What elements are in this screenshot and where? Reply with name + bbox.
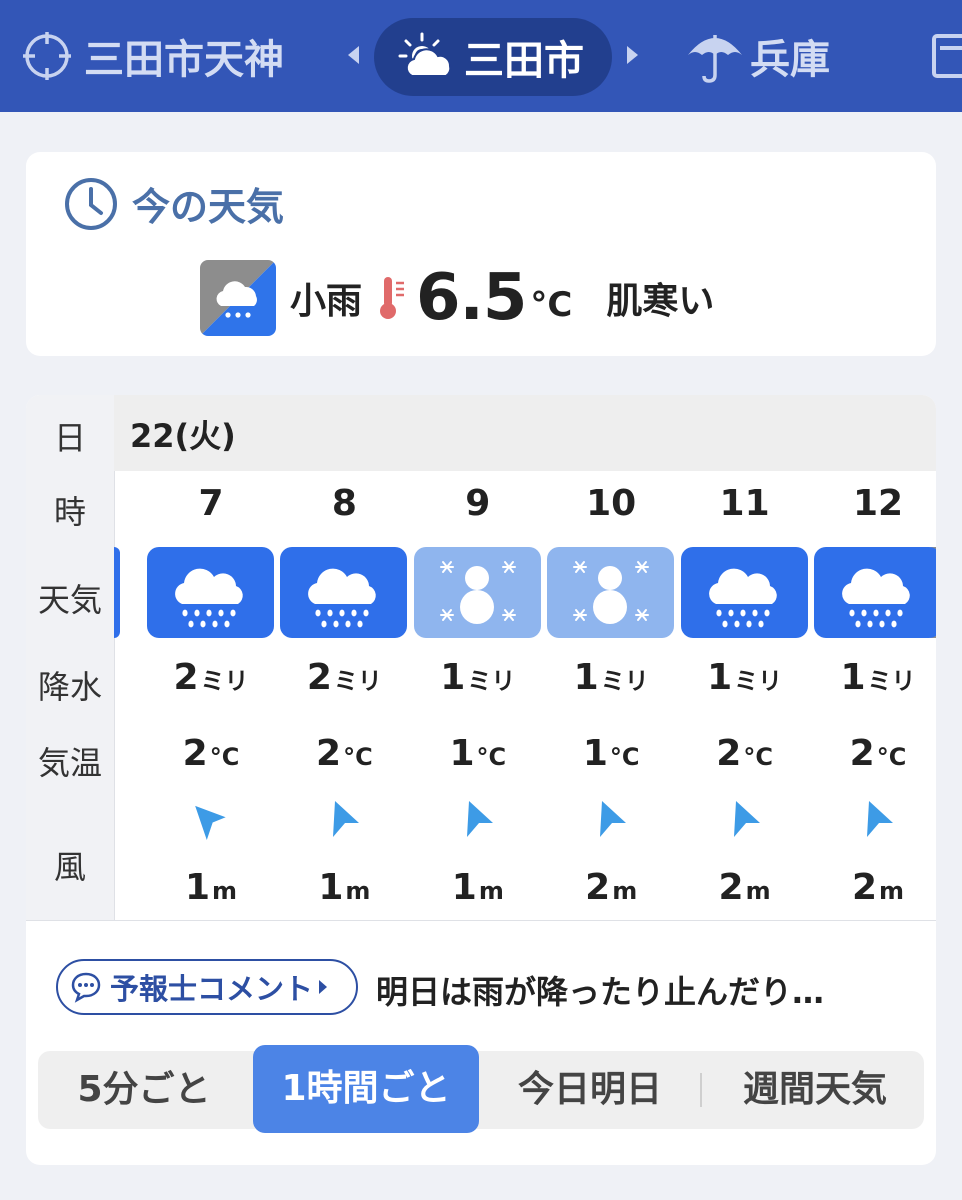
label-day: 日	[53, 419, 86, 457]
tab-weekly[interactable]: 週間天気	[706, 1051, 924, 1129]
temp-value: 1°C	[582, 733, 640, 774]
rain-icon	[814, 547, 936, 638]
light-rain-icon	[200, 260, 276, 336]
feel-label: 肌寒い	[606, 281, 715, 322]
precip-value: 2ミリ	[173, 657, 249, 698]
current-location-label: 三田市天神	[84, 37, 284, 83]
thermometer-icon	[380, 277, 405, 319]
precip-value: 1ミリ	[573, 657, 649, 698]
current-temperature: 6.5	[416, 261, 527, 335]
temperature-unit: °C	[530, 285, 573, 325]
wind-direction-icon	[586, 799, 636, 843]
partial-rain-tile	[114, 547, 120, 638]
rain-icon	[280, 547, 408, 638]
current-weather-title-text: 今の天気	[132, 185, 285, 229]
current-condition: 小雨	[290, 281, 363, 322]
next-location-arrow-icon[interactable]	[627, 46, 638, 64]
prev-location-arrow-icon[interactable]	[348, 46, 359, 64]
city-tab[interactable]: 三田市	[374, 18, 612, 96]
hour-label: 9	[465, 483, 491, 524]
hour-column: 9 1ミリ 1°C 1m	[411, 395, 545, 920]
wind-direction-icon	[720, 799, 770, 843]
hour-column: 8 2ミリ 2°C 1m	[277, 395, 411, 920]
forecaster-comment-button[interactable]: 予報士コメント	[56, 959, 358, 1015]
current-weather-card: 今の天気 小雨 6.5 °C 肌寒い	[26, 152, 936, 356]
city-label: 三田市	[464, 38, 584, 84]
temp-value: 2°C	[849, 733, 907, 774]
wind-value: 2m	[718, 867, 771, 908]
location-header: 三田市天神 三田市 兵庫	[0, 0, 962, 112]
current-weather-title: 今の天気	[64, 176, 284, 231]
wind-value: 1m	[318, 867, 371, 908]
chevron-right-icon	[319, 980, 328, 994]
label-hour: 時	[53, 493, 86, 531]
umbrella-icon	[688, 35, 742, 83]
speech-bubble-icon	[71, 972, 101, 1003]
temp-value: 2°C	[716, 733, 773, 774]
label-wind: 風	[53, 848, 86, 886]
prefecture-tab[interactable]: 兵庫	[686, 0, 830, 112]
tab-hourly[interactable]: 1時間ごと	[253, 1045, 479, 1133]
wind-direction-icon	[319, 799, 369, 843]
hourly-forecast-card: 日 時 天気 降水 気温 風 22(火) 7 2ミリ 2°C 1m 8 2ミリ 2°C 1m 9…	[26, 395, 936, 1165]
prefecture-label: 兵庫	[750, 37, 830, 83]
hour-label: 11	[719, 483, 770, 524]
precip-value: 2ミリ	[306, 657, 382, 698]
label-weather: 天気	[37, 581, 102, 619]
forecaster-comment-text[interactable]: 明日は雨が降ったり止んだり…	[376, 967, 824, 1013]
rain-icon	[147, 547, 274, 638]
forecaster-comment-label: 予報士コメント	[110, 972, 314, 1006]
current-weather-row: 小雨 6.5 °C 肌寒い	[200, 260, 714, 336]
snow-icon	[413, 547, 541, 638]
snow-icon	[547, 547, 675, 638]
tab-separator	[700, 1073, 702, 1107]
temp-value: 1°C	[449, 733, 507, 774]
label-precip: 降水	[37, 668, 102, 706]
tab-5min[interactable]: 5分ごと	[38, 1051, 250, 1129]
tab-today-tomorrow[interactable]: 今日明日	[490, 1051, 690, 1129]
hour-label: 10	[586, 483, 637, 524]
sun-cloud-icon	[398, 32, 452, 77]
hour-label: 7	[198, 483, 224, 524]
wind-value: 1m	[184, 867, 238, 908]
precip-value: 1ミリ	[840, 657, 916, 698]
precip-value: 1ミリ	[707, 657, 783, 698]
wind-value: 1m	[451, 867, 504, 908]
calendar-icon[interactable]	[932, 34, 962, 78]
divider	[26, 920, 936, 921]
temp-value: 2°C	[182, 733, 240, 774]
hour-column: 11 1ミリ 2°C 2m	[678, 395, 812, 920]
clock-icon	[65, 177, 117, 230]
wind-direction-icon	[180, 791, 243, 851]
location-target-icon	[23, 32, 71, 80]
wind-direction-icon	[453, 799, 503, 843]
hour-column: 10 1ミリ 1°C 2m	[544, 395, 678, 920]
label-temp: 気温	[37, 744, 102, 782]
wind-direction-icon	[853, 799, 903, 843]
row-labels: 日 時 天気 降水 気温 風	[26, 395, 115, 920]
hour-column: 12 1ミリ 2°C 2m	[811, 395, 936, 920]
precip-value: 1ミリ	[440, 657, 516, 698]
hour-label: 8	[331, 483, 357, 524]
temp-value: 2°C	[316, 733, 373, 774]
wind-value: 2m	[851, 867, 905, 908]
current-location-button[interactable]: 三田市天神	[22, 0, 284, 112]
rain-icon	[680, 547, 808, 638]
forecast-tabs: 5分ごと 1時間ごと 今日明日 週間天気	[38, 1045, 924, 1133]
wind-value: 2m	[585, 867, 638, 908]
hour-column: 7 2ミリ 2°C 1m	[144, 395, 278, 920]
hour-label: 12	[852, 483, 904, 524]
